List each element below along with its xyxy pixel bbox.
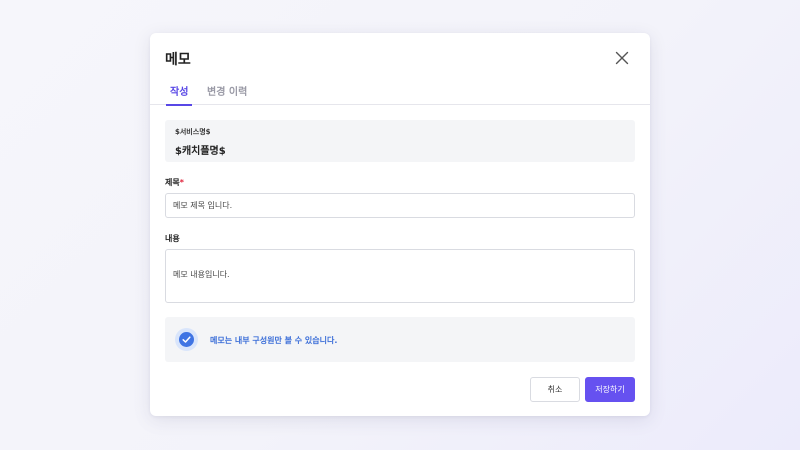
close-icon: [615, 51, 629, 65]
memo-title-input[interactable]: [165, 193, 635, 218]
tab-bar: 작성 변경 이력: [150, 87, 650, 106]
check-circle-icon: [175, 328, 198, 351]
notice-text: 메모는 내부 구성원만 볼 수 있습니다.: [210, 336, 338, 345]
service-name-value: $캐치플명$: [175, 146, 226, 157]
title-label-text: 제목: [165, 178, 180, 187]
memo-modal: 메모 작성 변경 이력 $서비스명$ $캐치플명$ 제목* 내용 메모 내용입니…: [150, 33, 650, 416]
title-field-label: 제목*: [165, 177, 184, 188]
tab-write[interactable]: 작성: [166, 87, 193, 106]
modal-title: 메모: [165, 52, 191, 68]
content-field-label: 내용: [165, 234, 180, 243]
required-mark: *: [179, 178, 184, 187]
service-name-label: $서비스명$: [175, 128, 211, 136]
close-button[interactable]: [613, 49, 631, 67]
save-button[interactable]: 저장하기: [585, 377, 635, 402]
cancel-button[interactable]: 취소: [530, 377, 580, 402]
visibility-notice: 메모는 내부 구성원만 볼 수 있습니다.: [165, 317, 635, 362]
memo-content-textarea[interactable]: 메모 내용입니다.: [165, 249, 635, 303]
service-info-box: $서비스명$ $캐치플명$: [165, 120, 635, 162]
tab-change-history[interactable]: 변경 이력: [203, 87, 251, 105]
